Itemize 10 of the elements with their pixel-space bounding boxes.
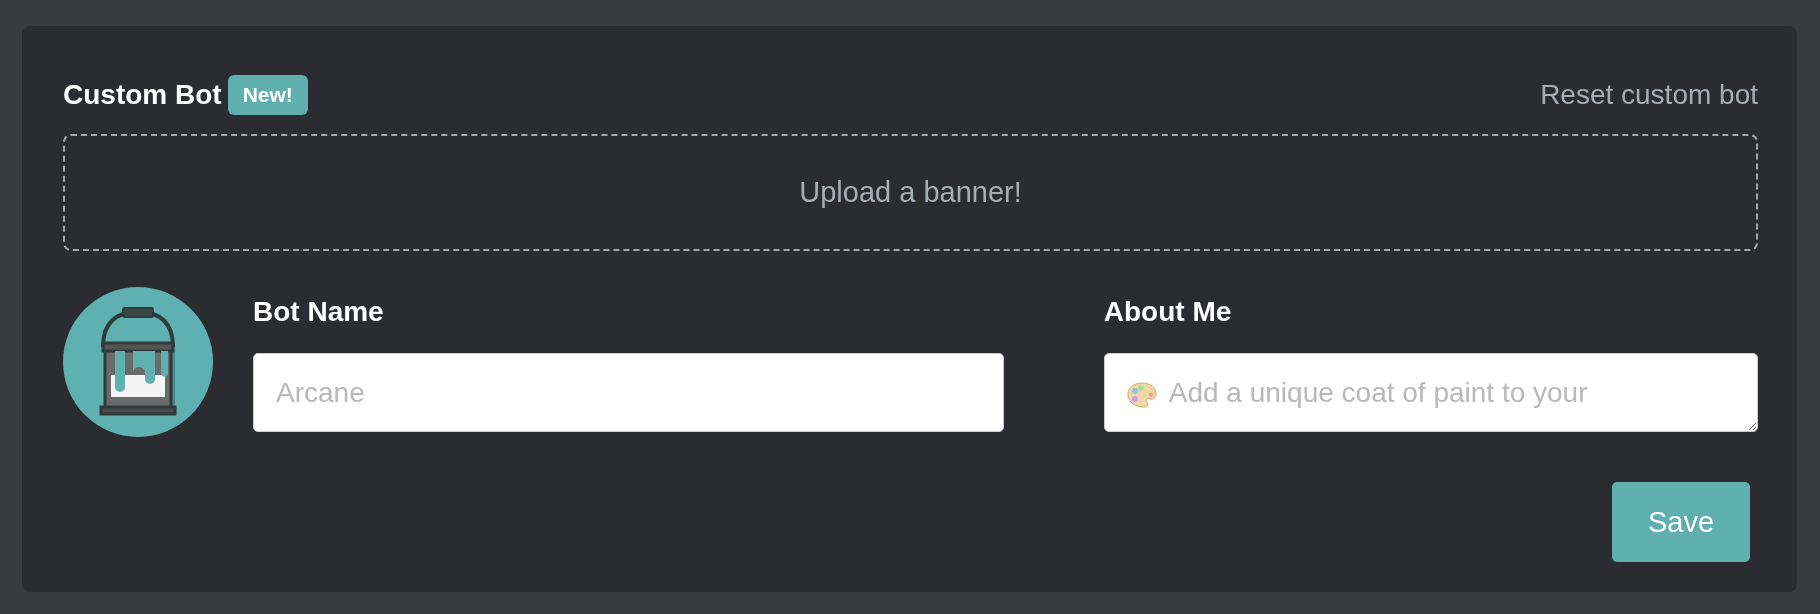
banner-upload-area[interactable]: Upload a banner! — [63, 134, 1758, 251]
section-title: Custom Bot — [63, 79, 222, 111]
paint-bucket-avatar-icon[interactable] — [63, 287, 213, 437]
bot-name-label: Bot Name — [253, 296, 385, 329]
about-me-label: About Me — [1103, 296, 1233, 329]
palette-icon — [1125, 381, 1158, 409]
new-badge: New! — [227, 75, 308, 115]
bot-name-field[interactable]: Arcane — [253, 353, 1004, 432]
about-me-field[interactable]: Add a unique coat of paint to your — [1103, 353, 1758, 432]
reset-link[interactable]: Reset custom bot — [1540, 79, 1758, 111]
